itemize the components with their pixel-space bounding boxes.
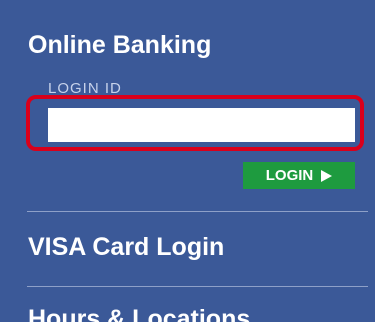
hours-locations-link[interactable]: Hours & Locations <box>28 304 250 322</box>
online-banking-title: Online Banking <box>28 31 212 59</box>
login-button[interactable]: LOGIN <box>243 162 355 189</box>
login-button-label: LOGIN <box>265 167 314 184</box>
login-id-input[interactable] <box>48 108 355 142</box>
online-banking-panel: Online Banking LOGIN ID LOGIN VISA Card … <box>0 0 375 322</box>
divider <box>27 286 368 287</box>
play-icon <box>321 169 333 182</box>
page-background <box>375 0 385 322</box>
visa-card-login-link[interactable]: VISA Card Login <box>28 232 224 262</box>
divider <box>27 211 368 212</box>
